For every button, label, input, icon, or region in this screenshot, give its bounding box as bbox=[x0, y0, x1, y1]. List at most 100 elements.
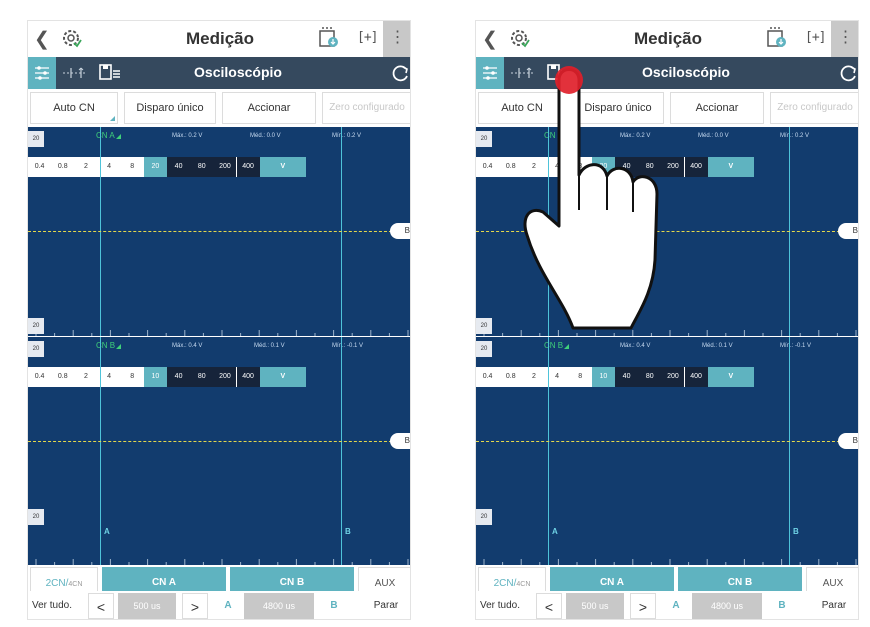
cursor-a-line[interactable] bbox=[100, 337, 101, 565]
scale-option[interactable]: 200 bbox=[213, 367, 237, 387]
scale-option[interactable]: 80 bbox=[190, 157, 214, 177]
scale-option[interactable]: 2 bbox=[74, 157, 97, 177]
scale-option[interactable]: 0.8 bbox=[51, 157, 74, 177]
activate-label: Accionar bbox=[247, 102, 291, 114]
scale-option[interactable]: 0.4 bbox=[476, 367, 499, 387]
channel-b-waveform-panel[interactable]: 20 CN B Máx.: 0.4 V Méd.: 0.1 V Mín.: -0… bbox=[28, 337, 410, 565]
scale-option[interactable]: 400 bbox=[684, 157, 708, 177]
scale-option[interactable]: 10 bbox=[591, 367, 615, 387]
zero-configured-button[interactable]: Zero configurado bbox=[322, 92, 410, 124]
channel-a-min: Mín.: 0.2 V bbox=[780, 133, 810, 139]
refresh-icon[interactable] bbox=[390, 63, 411, 83]
scale-option[interactable]: 0.4 bbox=[28, 367, 51, 387]
channel-a-trigger-marker[interactable]: B bbox=[390, 223, 410, 239]
cursor-a-label: A bbox=[552, 527, 558, 536]
channel-b-min: Mín.: -0.1 V bbox=[780, 343, 812, 349]
scale-option[interactable]: 2 bbox=[522, 367, 545, 387]
cursor-a-button[interactable]: A bbox=[666, 593, 686, 619]
scale-option[interactable]: 2 bbox=[74, 367, 97, 387]
cursor-b-button[interactable]: B bbox=[772, 593, 792, 619]
cursor-delta-value: 4800 us bbox=[244, 593, 314, 619]
page-title: Medição bbox=[185, 29, 255, 48]
scale-option[interactable]: 40 bbox=[167, 157, 191, 177]
scale-unit[interactable]: V bbox=[259, 157, 306, 177]
stop-button[interactable]: Parar bbox=[362, 593, 410, 619]
scale-option[interactable]: 80 bbox=[190, 367, 214, 387]
scale-option[interactable]: 8 bbox=[121, 157, 144, 177]
prev-timebase-button[interactable]: < bbox=[536, 593, 562, 619]
prev-timebase-button[interactable]: < bbox=[88, 593, 114, 619]
scale-unit[interactable]: V bbox=[707, 157, 754, 177]
fullscreen-icon[interactable]: [+] bbox=[357, 30, 379, 45]
single-trigger-label: Disparo único bbox=[136, 102, 204, 114]
next-timebase-button[interactable]: > bbox=[630, 593, 656, 619]
activate-button[interactable]: Accionar bbox=[222, 92, 316, 124]
scale-option[interactable]: 400 bbox=[684, 367, 708, 387]
cursor-b-label: B bbox=[793, 527, 799, 536]
channel-b-max: Máx.: 0.4 V bbox=[620, 343, 651, 349]
download-icon[interactable] bbox=[318, 26, 340, 50]
scale-option[interactable]: 8 bbox=[121, 367, 144, 387]
hand-outline bbox=[523, 68, 659, 330]
download-icon[interactable] bbox=[766, 26, 788, 50]
scale-option[interactable]: 200 bbox=[661, 367, 685, 387]
channel-b-max: Máx.: 0.4 V bbox=[172, 343, 203, 349]
channel-b-waveform-panel[interactable]: 20 CN B Máx.: 0.4 V Méd.: 0.1 V Mín.: -0… bbox=[476, 337, 858, 565]
view-all-button[interactable]: Ver tudo. bbox=[28, 593, 76, 619]
oscilloscope-toolbar: Osciloscópio bbox=[28, 57, 411, 89]
channel-b-voltage-scale: 0.4 0.8 2 4 8 10 40 80 200 400 V bbox=[28, 367, 306, 387]
channel-b-label: CN B bbox=[96, 341, 116, 350]
cursor-b-label: B bbox=[345, 527, 351, 536]
channel-a-waveform-panel[interactable]: 20 CN A Máx.: 0.2 V Méd.: 0.0 V Mín.: 0.… bbox=[28, 127, 410, 336]
cursor-a-button[interactable]: A bbox=[218, 593, 238, 619]
scale-option[interactable]: 80 bbox=[638, 367, 662, 387]
scale-option[interactable]: 8 bbox=[569, 367, 592, 387]
channel-b-trigger-marker[interactable]: B bbox=[838, 433, 858, 449]
scale-unit[interactable]: V bbox=[259, 367, 306, 387]
channel-count-sub: 4CN bbox=[68, 581, 83, 588]
channel-b-bottom-edge-label: 20 bbox=[28, 509, 44, 525]
auto-channel-button[interactable]: Auto CN bbox=[30, 92, 118, 124]
scale-option[interactable]: 0.4 bbox=[28, 157, 51, 177]
scale-option[interactable]: 0.4 bbox=[476, 157, 499, 177]
activate-button[interactable]: Accionar bbox=[670, 92, 764, 124]
zero-configured-label: Zero configurado bbox=[777, 102, 853, 113]
more-vertical-icon[interactable]: ⋮ bbox=[383, 21, 410, 57]
aux-button-label: AUX bbox=[822, 578, 844, 589]
cursor-b-line[interactable] bbox=[789, 337, 790, 565]
scale-option[interactable]: 20 bbox=[143, 157, 167, 177]
single-trigger-button[interactable]: Disparo único bbox=[124, 92, 216, 124]
channel-a-indicator-icon bbox=[116, 134, 121, 139]
cursor-a-line[interactable] bbox=[548, 337, 549, 565]
channel-a-trigger-marker[interactable]: B bbox=[838, 223, 858, 239]
zero-configured-label: Zero configurado bbox=[329, 102, 405, 113]
scale-option[interactable]: 10 bbox=[143, 367, 167, 387]
more-vertical-icon[interactable]: ⋮ bbox=[831, 21, 858, 57]
scale-option[interactable]: 40 bbox=[615, 367, 639, 387]
next-timebase-button[interactable]: > bbox=[182, 593, 208, 619]
channel-count-label: 2CN/ bbox=[45, 578, 69, 589]
channel-b-button-label: CN B bbox=[727, 577, 753, 588]
scale-option[interactable]: 0.8 bbox=[499, 367, 522, 387]
scale-option[interactable]: 40 bbox=[167, 367, 191, 387]
channel-b-top-edge-label: 20 bbox=[28, 341, 44, 357]
refresh-icon[interactable] bbox=[838, 63, 859, 83]
toolbar-title: Osciloscópio bbox=[194, 64, 282, 80]
channel-b-trigger-marker[interactable]: B bbox=[390, 433, 410, 449]
scale-option[interactable]: 0.8 bbox=[51, 367, 74, 387]
scale-unit[interactable]: V bbox=[707, 367, 754, 387]
zero-configured-button[interactable]: Zero configurado bbox=[770, 92, 858, 124]
channel-b-label: CN B bbox=[544, 341, 564, 350]
tutorial-stage: ❮ Medição [+] ⋮ Osciloscópio Auto CN Dis… bbox=[0, 0, 870, 627]
channel-a-min: Mín.: 0.2 V bbox=[332, 133, 362, 139]
cursor-b-line[interactable] bbox=[341, 337, 342, 565]
scale-option[interactable]: 400 bbox=[236, 157, 260, 177]
fullscreen-icon[interactable]: [+] bbox=[805, 30, 827, 45]
scale-option[interactable]: 200 bbox=[213, 157, 237, 177]
channel-b-top-edge-label: 20 bbox=[476, 341, 492, 357]
scale-option[interactable]: 400 bbox=[236, 367, 260, 387]
stop-button[interactable]: Parar bbox=[810, 593, 858, 619]
cursor-b-button[interactable]: B bbox=[324, 593, 344, 619]
view-all-button[interactable]: Ver tudo. bbox=[476, 593, 524, 619]
channel-a-top-edge-label: 20 bbox=[28, 131, 44, 147]
